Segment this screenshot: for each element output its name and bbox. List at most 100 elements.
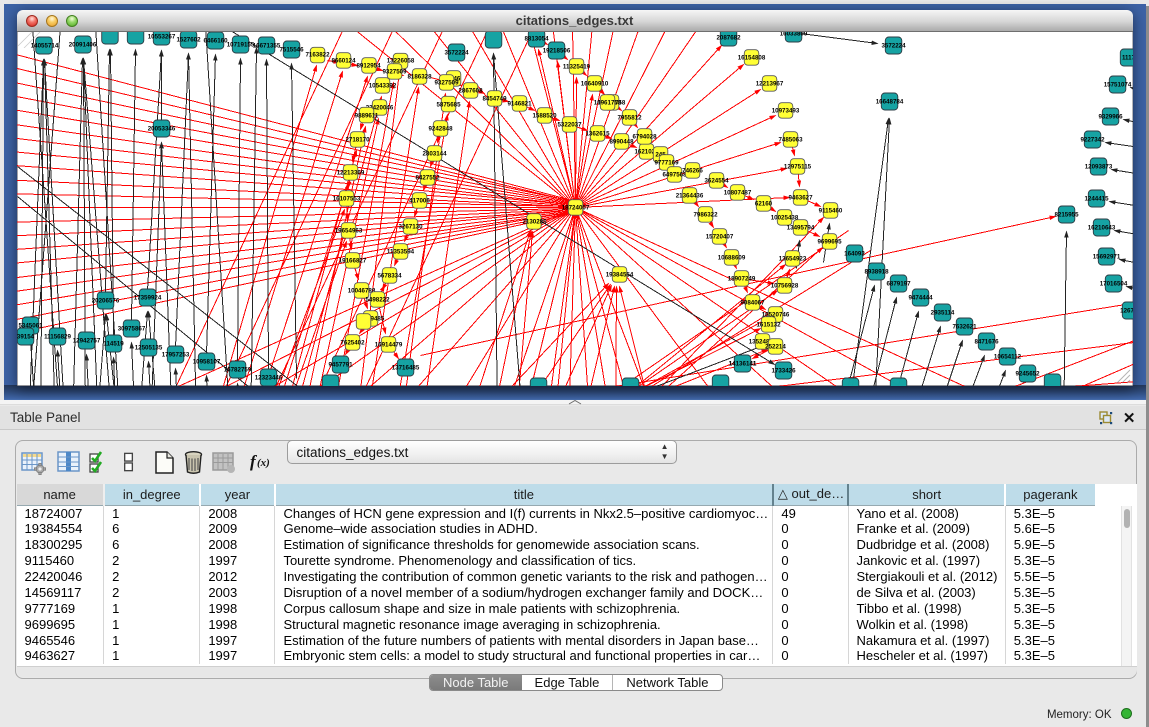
svg-text:3572224: 3572224 <box>881 43 906 50</box>
svg-text:12942757: 12942757 <box>72 338 100 345</box>
svg-text:19218506: 19218506 <box>542 48 570 55</box>
svg-text:10543392: 10543392 <box>368 83 396 90</box>
svg-text:10756928: 10756928 <box>770 283 798 290</box>
svg-text:11353594: 11353594 <box>386 249 414 256</box>
svg-text:15692971: 15692971 <box>1092 254 1120 261</box>
svg-text:1588520: 1588520 <box>532 113 557 120</box>
svg-text:12505135: 12505135 <box>134 345 162 352</box>
svg-text:9327509: 9327509 <box>382 69 407 76</box>
svg-text:16640910: 16640910 <box>580 81 608 88</box>
svg-text:16107553: 16107553 <box>332 196 360 203</box>
svg-text:8938918: 8938918 <box>864 269 889 276</box>
svg-text:114519: 114519 <box>103 341 124 348</box>
svg-text:11325419: 11325419 <box>562 64 590 71</box>
svg-text:9115460: 9115460 <box>818 208 842 215</box>
svg-text:7986322: 7986322 <box>693 212 718 219</box>
svg-text:9084067: 9084067 <box>740 300 765 307</box>
svg-text:18724007: 18724007 <box>561 205 589 212</box>
svg-text:6794028: 6794028 <box>632 134 657 141</box>
svg-text:13654923: 13654923 <box>778 256 806 263</box>
svg-text:7632621: 7632621 <box>952 324 977 331</box>
svg-text:7955812: 7955812 <box>617 115 642 122</box>
svg-text:8454749: 8454749 <box>482 96 507 103</box>
svg-text:16782759: 16782759 <box>223 367 251 374</box>
svg-text:12213369: 12213369 <box>336 170 364 177</box>
svg-text:746266: 746266 <box>682 168 703 175</box>
svg-text:7625402: 7625402 <box>340 340 365 347</box>
svg-text:19654963: 19654963 <box>334 228 362 235</box>
svg-text:9146821: 9146821 <box>507 101 532 108</box>
svg-text:164093: 164093 <box>844 251 865 258</box>
svg-text:16154808: 16154808 <box>737 55 765 62</box>
svg-text:8912954: 8912954 <box>356 63 381 70</box>
svg-text:2130285: 2130285 <box>522 219 547 226</box>
svg-text:7485063: 7485063 <box>778 137 803 144</box>
svg-text:10807487: 10807487 <box>723 190 751 197</box>
svg-text:12975115: 12975115 <box>783 164 811 171</box>
svg-text:16671355: 16671355 <box>252 43 280 50</box>
svg-text:1527602: 1527602 <box>176 37 201 44</box>
svg-text:8215955: 8215955 <box>1054 212 1079 219</box>
svg-text:9227342: 9227342 <box>1080 137 1105 144</box>
svg-text:8660124: 8660124 <box>331 58 356 65</box>
svg-text:10719155: 10719155 <box>226 42 254 49</box>
svg-text:417006: 417006 <box>409 198 430 205</box>
svg-text:2935114: 2935114 <box>930 310 954 317</box>
svg-text:5322037: 5322037 <box>557 122 582 129</box>
svg-text:5875685: 5875685 <box>436 102 461 109</box>
svg-text:20206576: 20206576 <box>91 298 119 305</box>
svg-text:10958107: 10958107 <box>192 359 220 366</box>
svg-text:19166827: 19166827 <box>338 258 366 265</box>
svg-text:1615132: 1615132 <box>756 322 781 329</box>
svg-text:9245652: 9245652 <box>1015 371 1040 378</box>
svg-text:20091406: 20091406 <box>68 42 96 49</box>
svg-text:3572224: 3572224 <box>444 50 469 57</box>
svg-text:1117: 1117 <box>1121 55 1132 62</box>
svg-text:2718170: 2718170 <box>345 137 370 144</box>
svg-text:2087682: 2087682 <box>716 35 741 42</box>
svg-text:1362615: 1362615 <box>585 131 610 138</box>
svg-text:6466160: 6466160 <box>203 38 228 45</box>
svg-text:10973493: 10973493 <box>771 108 799 115</box>
svg-text:9777169: 9777169 <box>654 160 679 167</box>
svg-text:16961758: 16961758 <box>593 100 621 107</box>
svg-text:9329966: 9329966 <box>1098 114 1123 121</box>
svg-text:(x): (x) <box>257 457 270 469</box>
svg-text:13716485: 13716485 <box>391 365 419 372</box>
svg-text:17016504: 17016504 <box>1099 281 1127 288</box>
svg-text:18907249: 18907249 <box>727 276 755 283</box>
svg-text:9457791: 9457791 <box>328 362 353 369</box>
svg-text:6879197: 6879197 <box>886 281 911 288</box>
svg-text:11156829: 11156829 <box>44 334 71 341</box>
svg-text:13495794: 13495794 <box>786 225 814 232</box>
svg-text:3267130: 3267130 <box>398 224 423 231</box>
svg-text:12323446: 12323446 <box>254 375 282 382</box>
svg-text:62160: 62160 <box>754 201 772 208</box>
svg-text:252214: 252214 <box>765 344 786 351</box>
svg-text:10688609: 10688609 <box>717 255 745 262</box>
svg-text:10654112: 10654112 <box>993 354 1021 361</box>
svg-text:39154: 39154 <box>17 334 35 341</box>
svg-text:15751074: 15751074 <box>1103 82 1131 89</box>
svg-text:126753: 126753 <box>1120 308 1133 315</box>
svg-text:16033809: 16033809 <box>779 32 807 38</box>
svg-text:8471676: 8471676 <box>974 339 999 346</box>
svg-text:8813054: 8813054 <box>524 36 549 43</box>
svg-text:12093873: 12093873 <box>1084 164 1112 171</box>
svg-text:8990448: 8990448 <box>609 139 634 146</box>
svg-text:16648784: 16648784 <box>875 99 903 106</box>
svg-text:16210643: 16210643 <box>1087 225 1115 232</box>
svg-text:2867608: 2867608 <box>458 88 483 95</box>
svg-text:14136141: 14136141 <box>728 361 756 368</box>
svg-text:9474444: 9474444 <box>908 295 933 302</box>
svg-text:9242848: 9242848 <box>428 126 453 133</box>
svg-text:17957253: 17957253 <box>161 352 189 359</box>
svg-text:8427552: 8427552 <box>415 175 440 182</box>
svg-text:5678334: 5678334 <box>377 273 402 280</box>
svg-text:7163822: 7163822 <box>305 52 330 59</box>
svg-text:9463627: 9463627 <box>788 195 813 202</box>
svg-text:9889611: 9889611 <box>354 113 378 120</box>
svg-text:9327509: 9327509 <box>434 80 459 87</box>
svg-text:15720407: 15720407 <box>705 234 733 241</box>
svg-text:1244415: 1244415 <box>1084 196 1109 203</box>
